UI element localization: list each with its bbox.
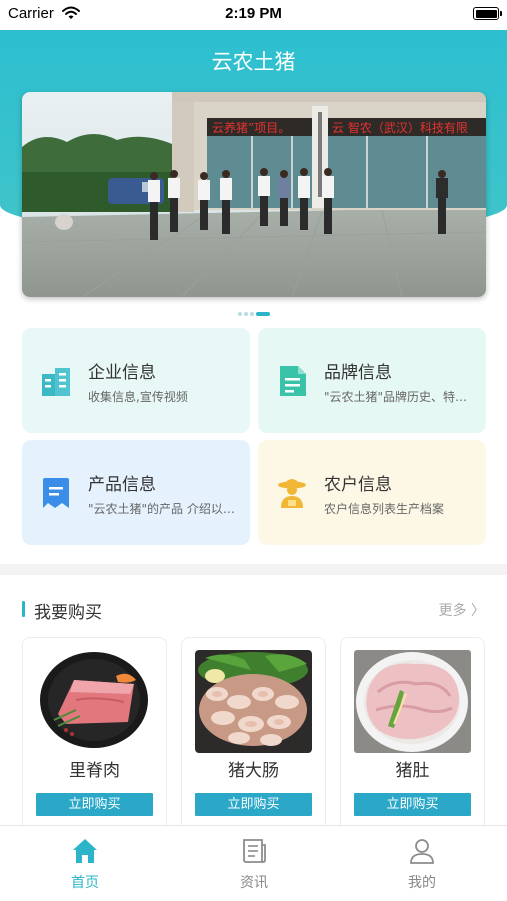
buy-now-button[interactable]: 立即购买	[195, 793, 312, 816]
farmer-icon	[276, 476, 308, 510]
carousel-dot[interactable]	[237, 311, 242, 316]
clock-time: 2:19 PM	[225, 5, 282, 22]
product-name: 猪大肠	[228, 761, 279, 781]
tab-home[interactable]: 首页	[35, 826, 135, 901]
building-icon	[40, 364, 72, 398]
more-link[interactable]: 更多 〉	[439, 600, 485, 620]
card-subtitle: 农户信息列表生产档案	[324, 502, 445, 516]
product-name: 里脊肉	[69, 761, 120, 781]
card-company-info[interactable]: 企业信息 收集信息,宣传视频	[22, 328, 250, 433]
product-card-large-intestine[interactable]: 猪大肠 立即购买	[181, 637, 326, 837]
tab-mine[interactable]: 我的	[372, 826, 472, 901]
carousel-dot[interactable]	[249, 311, 254, 316]
bottom-tab-bar: 首页 资讯 我的	[0, 825, 507, 900]
product-card-tenderloin[interactable]: 里脊肉 立即购买	[22, 637, 167, 837]
document-icon	[276, 364, 308, 398]
carousel-dot-active[interactable]	[255, 311, 270, 316]
banner-sign-right: 云 智农（武汉）科技有限	[332, 120, 468, 135]
large-intestine-image	[195, 650, 312, 753]
page-title: 云农土猪	[211, 50, 296, 74]
tab-label: 首页	[71, 875, 99, 891]
buy-now-button[interactable]: 立即购买	[354, 793, 471, 816]
news-icon	[240, 837, 268, 865]
user-icon	[408, 837, 436, 865]
tab-label: 我的	[408, 875, 436, 891]
banner-image: 云养猪”项目。 云 智农（武汉）科技有限	[22, 92, 486, 297]
card-brand-info[interactable]: 品牌信息 "云农土猪"品牌历史、特色等等	[258, 328, 486, 433]
card-title: 农户信息	[324, 475, 392, 495]
card-title: 企业信息	[88, 363, 156, 383]
bookmark-doc-icon	[40, 476, 72, 510]
carousel-dot[interactable]	[243, 311, 248, 316]
banner-sign-left: 云养猪”项目。	[212, 120, 290, 135]
card-subtitle: "云农土猪"品牌历史、特色等等	[324, 390, 474, 404]
tab-news[interactable]: 资讯	[204, 826, 304, 901]
card-product-info[interactable]: 产品信息 "云农土猪"的产品 介绍以及信息	[22, 440, 250, 545]
card-title: 产品信息	[88, 475, 156, 495]
section-divider	[0, 564, 507, 575]
card-title: 品牌信息	[324, 363, 392, 383]
product-card-tripe[interactable]: 猪肚 立即购买	[340, 637, 485, 837]
card-farmer-info[interactable]: 农户信息 农户信息列表生产档案	[258, 440, 486, 545]
tenderloin-image	[36, 650, 153, 753]
tripe-image	[354, 650, 471, 753]
card-subtitle: 收集信息,宣传视频	[88, 390, 188, 404]
tab-label: 资讯	[240, 875, 268, 891]
product-name: 猪肚	[395, 761, 430, 781]
card-subtitle: "云农土猪"的产品 介绍以及信息	[88, 502, 238, 516]
buy-now-button[interactable]: 立即购买	[36, 793, 153, 816]
status-bar: Carrier 2:19 PM	[0, 0, 507, 30]
battery-icon	[473, 7, 502, 20]
carousel-indicator[interactable]	[0, 303, 507, 316]
section-accent-bar	[22, 601, 25, 617]
home-icon	[71, 837, 99, 865]
banner-carousel[interactable]: 云养猪”项目。 云 智农（武汉）科技有限	[22, 92, 486, 297]
section-title: 我要购买	[34, 603, 102, 623]
